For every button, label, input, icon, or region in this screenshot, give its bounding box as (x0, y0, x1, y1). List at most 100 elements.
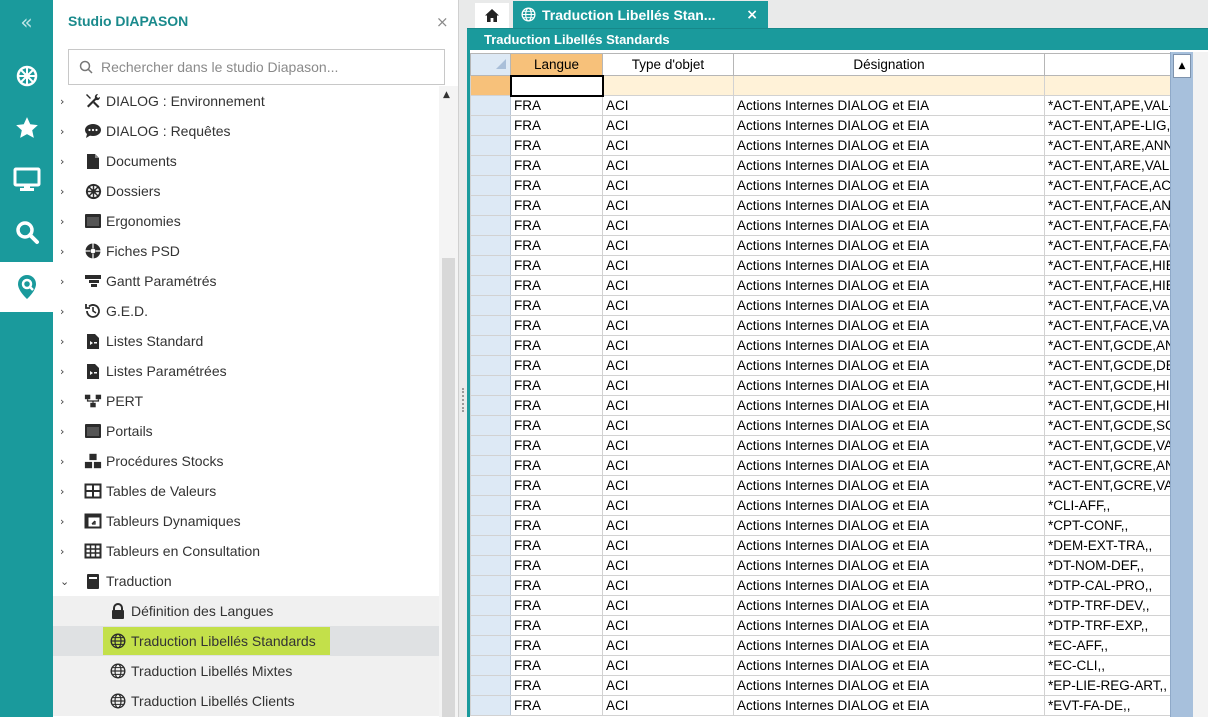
row-header[interactable] (470, 675, 511, 696)
table-row[interactable]: FRA ACI Actions Internes DIALOG et EIA *ACT… (470, 115, 1181, 136)
cell-langue[interactable]: FRA (510, 255, 603, 276)
new-row-cell[interactable] (733, 75, 1045, 96)
row-header[interactable] (470, 115, 511, 136)
row-header[interactable] (470, 455, 511, 476)
row-header[interactable] (470, 155, 511, 176)
table-row[interactable]: FRA ACI Actions Internes DIALOG et EIA *ACT… (470, 335, 1181, 356)
cell-code[interactable]: *ACT-ENT,GCDE,VA (1043, 435, 1181, 456)
row-header[interactable] (470, 535, 511, 556)
dossier-wheel-icon[interactable] (0, 51, 53, 101)
chevron-icon[interactable]: › (60, 125, 72, 138)
grid-corner[interactable] (470, 53, 511, 76)
cell-code[interactable]: *ACT-ENT,FACE,HIE (1043, 275, 1181, 296)
cell-designation[interactable]: Actions Internes DIALOG et EIA (733, 575, 1045, 596)
cell-type-objet[interactable]: ACI (602, 415, 734, 436)
column-header-type-objet[interactable]: Type d'objet (602, 53, 734, 76)
chevron-icon[interactable]: ⌄ (60, 575, 72, 588)
cell-designation[interactable]: Actions Internes DIALOG et EIA (733, 655, 1045, 676)
table-row[interactable]: FRA ACI Actions Internes DIALOG et EIA *EP-… (470, 675, 1181, 696)
cell-code[interactable]: *EVT-FA-DE,, (1043, 695, 1181, 716)
cell-designation[interactable]: Actions Internes DIALOG et EIA (733, 475, 1045, 496)
close-tab-icon[interactable]: × (746, 7, 758, 23)
cell-langue[interactable]: FRA (510, 295, 603, 316)
cell-designation[interactable]: Actions Internes DIALOG et EIA (733, 315, 1045, 336)
search-input[interactable] (101, 56, 431, 78)
cell-code[interactable]: *ACT-ENT,FACE,HIE (1043, 255, 1181, 276)
cell-type-objet[interactable]: ACI (602, 235, 734, 256)
cell-langue[interactable]: FRA (510, 175, 603, 196)
cell-type-objet[interactable]: ACI (602, 135, 734, 156)
cell-langue[interactable]: FRA (510, 235, 603, 256)
table-row[interactable]: FRA ACI Actions Internes DIALOG et EIA *EC-… (470, 655, 1181, 676)
cell-code[interactable]: *ACT-ENT,APE-LIG,A (1043, 115, 1181, 136)
tree-item[interactable]: › Tables de Valeurs (53, 476, 439, 506)
tree-child-item[interactable]: Traduction Libellés Standards (53, 626, 439, 656)
cell-designation[interactable]: Actions Internes DIALOG et EIA (733, 455, 1045, 476)
row-header[interactable] (470, 295, 511, 316)
chevron-icon[interactable]: › (60, 485, 72, 498)
row-header[interactable] (470, 515, 511, 536)
chevron-icon[interactable]: › (60, 455, 72, 468)
row-header[interactable] (470, 395, 511, 416)
column-header-designation[interactable]: Désignation (733, 53, 1045, 76)
row-header[interactable] (470, 75, 511, 96)
row-header[interactable] (470, 235, 511, 256)
tree-item[interactable]: › Gantt Paramétrés (53, 266, 439, 296)
row-header[interactable] (470, 635, 511, 656)
table-row[interactable]: FRA ACI Actions Internes DIALOG et EIA *ACT… (470, 275, 1181, 296)
row-header[interactable] (470, 355, 511, 376)
tree-item[interactable]: › Listes Standard (53, 326, 439, 356)
cell-langue[interactable]: FRA (510, 135, 603, 156)
cell-designation[interactable]: Actions Internes DIALOG et EIA (733, 615, 1045, 636)
table-row[interactable]: FRA ACI Actions Internes DIALOG et EIA *ACT… (470, 315, 1181, 336)
new-row[interactable] (470, 74, 1181, 97)
tree-child-item[interactable]: Traduction Libellés Mixtes (53, 656, 439, 686)
tree-item[interactable]: › Tableurs Dynamiques (53, 506, 439, 536)
row-header[interactable] (470, 475, 511, 496)
cell-langue[interactable]: FRA (510, 535, 603, 556)
cell-type-objet[interactable]: ACI (602, 115, 734, 136)
cell-designation[interactable]: Actions Internes DIALOG et EIA (733, 255, 1045, 276)
new-row-cell[interactable] (1043, 75, 1181, 96)
table-row[interactable]: FRA ACI Actions Internes DIALOG et EIA *ACT… (470, 95, 1181, 116)
cell-langue[interactable]: FRA (510, 115, 603, 136)
row-header[interactable] (470, 135, 511, 156)
row-header[interactable] (470, 315, 511, 336)
table-row[interactable]: FRA ACI Actions Internes DIALOG et EIA *ACT… (470, 415, 1181, 436)
table-row[interactable]: FRA ACI Actions Internes DIALOG et EIA *DTP… (470, 615, 1181, 636)
cell-type-objet[interactable]: ACI (602, 475, 734, 496)
cell-code[interactable]: *ACT-ENT,FACE,ACI (1043, 175, 1181, 196)
cell-type-objet[interactable]: ACI (602, 275, 734, 296)
cell-code[interactable]: *EC-CLI,, (1043, 655, 1181, 676)
cell-designation[interactable]: Actions Internes DIALOG et EIA (733, 215, 1045, 236)
scroll-up-icon[interactable]: ▲ (443, 90, 450, 100)
cell-langue[interactable]: FRA (510, 655, 603, 676)
scroll-up-button[interactable]: ▲ (1173, 54, 1191, 78)
cell-langue[interactable]: FRA (510, 635, 603, 656)
cell-designation[interactable]: Actions Internes DIALOG et EIA (733, 155, 1045, 176)
chevron-icon[interactable]: › (60, 185, 72, 198)
cell-code[interactable]: *CLI-AFF,, (1043, 495, 1181, 516)
cell-designation[interactable]: Actions Internes DIALOG et EIA (733, 175, 1045, 196)
cell-code[interactable]: *ACT-ENT,FACE,VAI (1043, 315, 1181, 336)
row-header[interactable] (470, 95, 511, 116)
cell-langue[interactable]: FRA (510, 575, 603, 596)
chevron-icon[interactable]: › (60, 545, 72, 558)
cell-designation[interactable]: Actions Internes DIALOG et EIA (733, 275, 1045, 296)
row-header[interactable] (470, 555, 511, 576)
tree-item[interactable]: › G.E.D. (53, 296, 439, 326)
cell-code[interactable]: *EP-LIE-REG-ART,, (1043, 675, 1181, 696)
new-row-cell[interactable] (602, 75, 734, 96)
cell-code[interactable]: *DTP-TRF-EXP,, (1043, 615, 1181, 636)
cell-code[interactable]: *ACT-ENT,GCDE,HII (1043, 375, 1181, 396)
cell-designation[interactable]: Actions Internes DIALOG et EIA (733, 435, 1045, 456)
row-header[interactable] (470, 495, 511, 516)
cell-langue[interactable]: FRA (510, 395, 603, 416)
table-row[interactable]: FRA ACI Actions Internes DIALOG et EIA *ACT… (470, 235, 1181, 256)
tree-item[interactable]: › PERT (53, 386, 439, 416)
star-icon[interactable] (0, 103, 53, 153)
table-row[interactable]: FRA ACI Actions Internes DIALOG et EIA *DTP… (470, 575, 1181, 596)
cell-code[interactable]: *EC-AFF,, (1043, 635, 1181, 656)
cell-langue[interactable]: FRA (510, 455, 603, 476)
cell-code[interactable]: *ACT-ENT,ARE,ANN (1043, 135, 1181, 156)
